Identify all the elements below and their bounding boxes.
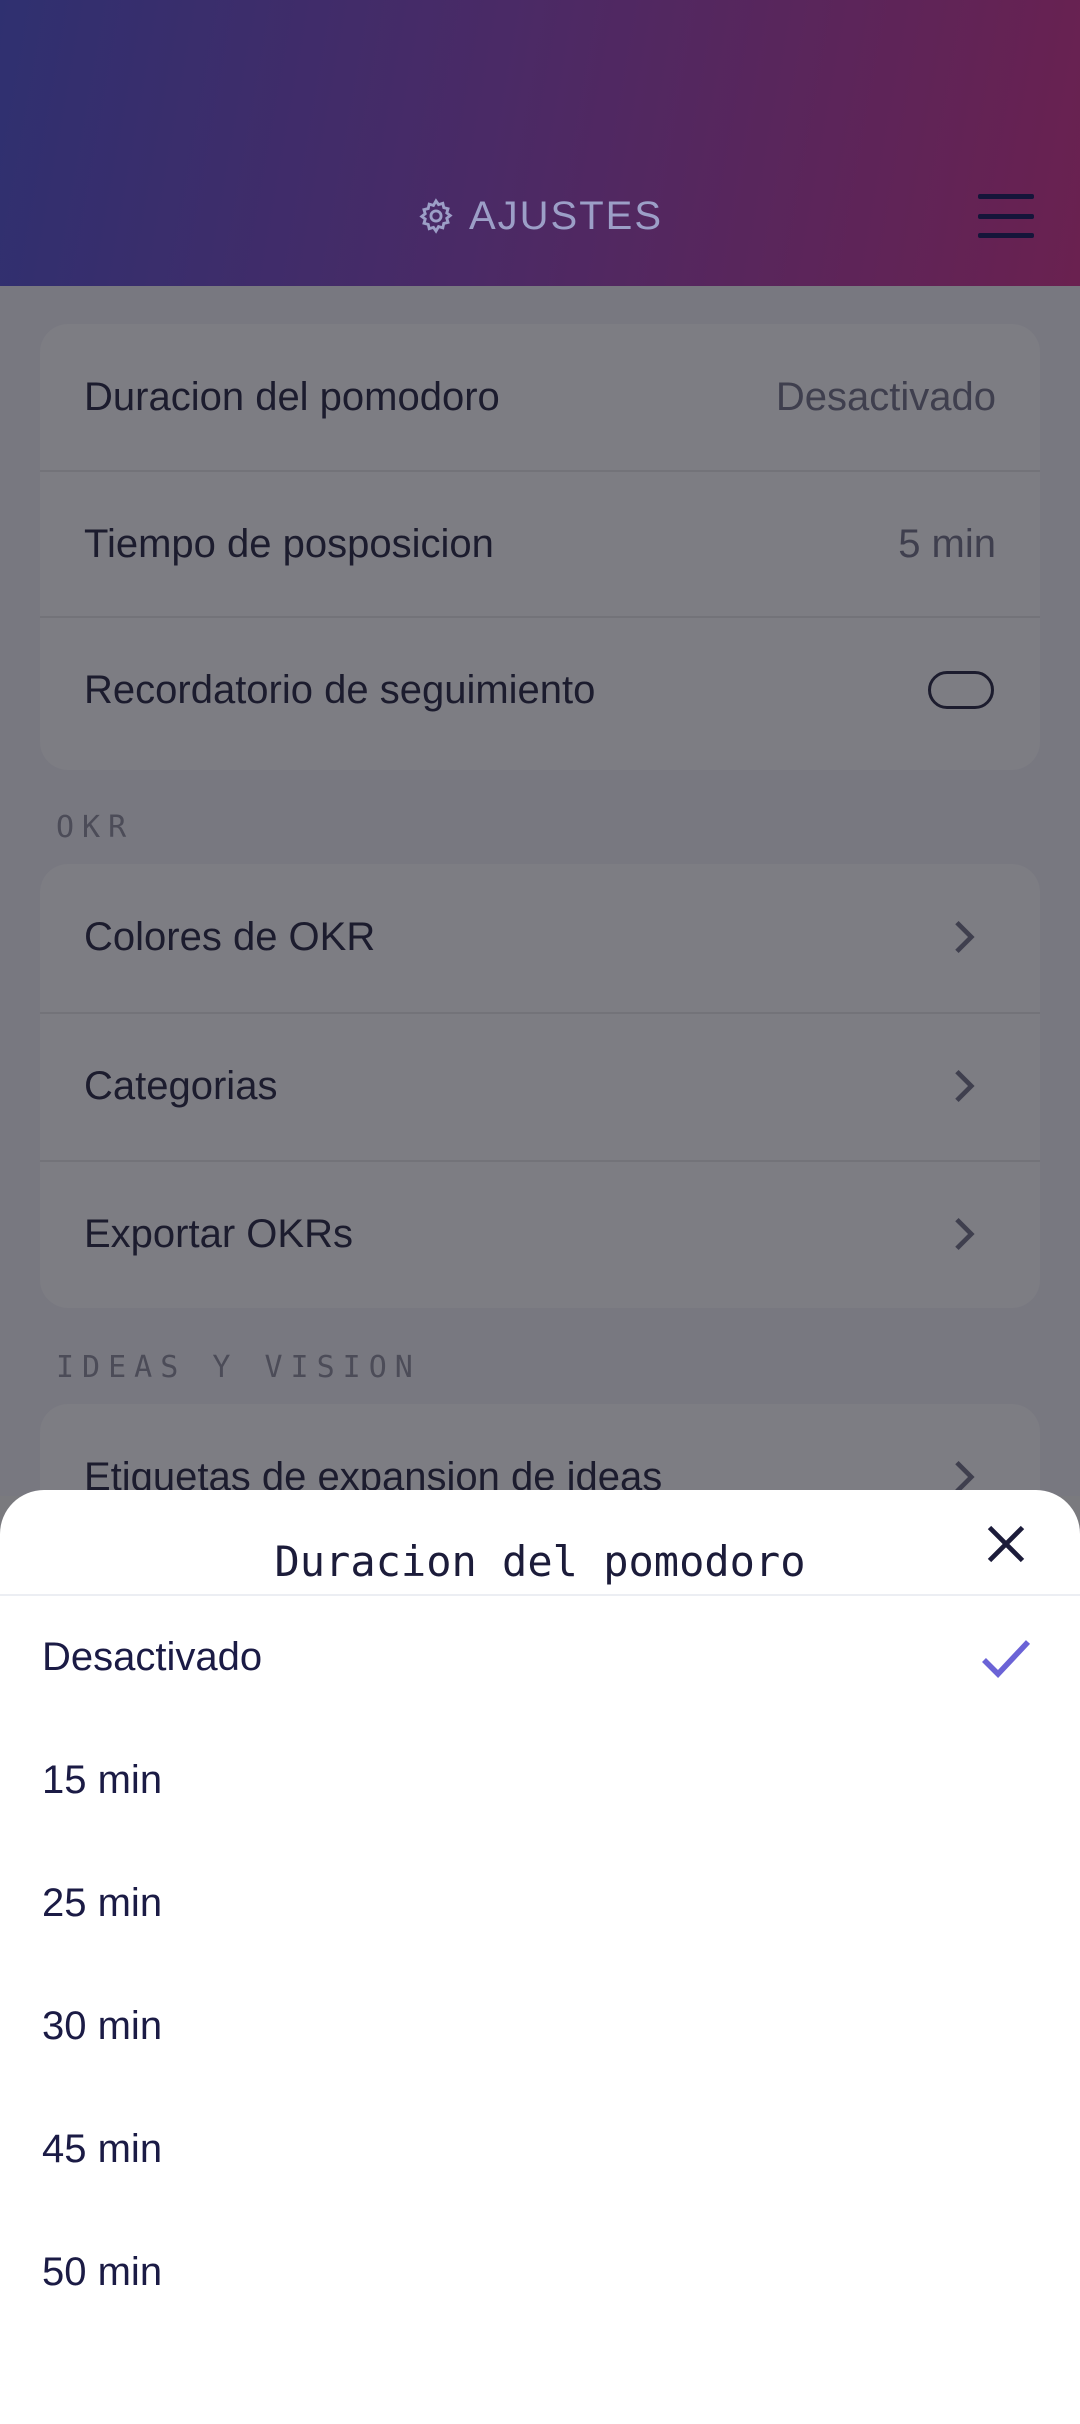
setting-label: Colores de OKR — [84, 914, 376, 959]
app-header: AJUSTES — [0, 0, 1080, 286]
option-50-min[interactable]: 50 min — [0, 2211, 1080, 2334]
chevron-right-icon — [955, 920, 975, 954]
followup-toggle[interactable] — [928, 671, 994, 709]
setting-row-okr-colors[interactable]: Colores de OKR — [40, 864, 1040, 1010]
setting-label: Recordatorio de seguimiento — [84, 667, 596, 712]
page-title: AJUSTES — [0, 188, 1080, 244]
timing-settings-card: Duracion del pomodoro Desactivado Tiempo… — [40, 324, 1040, 770]
setting-label: Categorias — [84, 1063, 278, 1108]
option-45-min[interactable]: 45 min — [0, 2088, 1080, 2211]
setting-row-followup[interactable]: Recordatorio de seguimiento — [40, 616, 1040, 762]
setting-row-export-okrs[interactable]: Exportar OKRs — [40, 1160, 1040, 1306]
option-25-min[interactable]: 25 min — [0, 1842, 1080, 1965]
setting-label: Exportar OKRs — [84, 1211, 353, 1256]
option-label: 50 min — [42, 2250, 163, 2294]
setting-row-pomodoro[interactable]: Duracion del pomodoro Desactivado — [40, 324, 1040, 470]
setting-row-snooze[interactable]: Tiempo de posposicion 5 min — [40, 470, 1040, 616]
chevron-right-icon — [955, 1069, 975, 1103]
menu-icon-bar — [978, 213, 1034, 219]
menu-icon-bar — [978, 233, 1034, 238]
settings-content: Duracion del pomodoro Desactivado Tiempo… — [0, 286, 1080, 1604]
setting-value: 5 min — [898, 521, 996, 566]
section-label-okr: OKR — [56, 810, 135, 845]
option-label: 45 min — [42, 2127, 163, 2171]
setting-label: Tiempo de posposicion — [84, 521, 494, 566]
option-30-min[interactable]: 30 min — [0, 1965, 1080, 2088]
option-label: Desactivado — [42, 1635, 263, 1679]
menu-icon-bar — [978, 194, 1034, 199]
page-title-text: AJUSTES — [468, 193, 664, 238]
section-label-ideas: IDEAS Y VISION — [56, 1350, 421, 1385]
gear-icon — [419, 198, 453, 234]
option-15-min[interactable]: 15 min — [0, 1719, 1080, 1842]
setting-row-categories[interactable]: Categorias — [40, 1012, 1040, 1158]
okr-settings-card: Colores de OKR Categorias Exportar OKRs — [40, 864, 1040, 1308]
setting-label: Duracion del pomodoro — [84, 374, 500, 419]
close-icon[interactable] — [984, 1522, 1028, 1566]
setting-value: Desactivado — [775, 374, 996, 419]
option-label: 30 min — [42, 2004, 163, 2048]
option-desactivado[interactable]: Desactivado — [0, 1596, 1080, 1719]
menu-button[interactable] — [978, 194, 1034, 238]
checkmark-icon — [982, 1639, 1031, 1678]
option-label: 15 min — [42, 1758, 163, 1802]
sheet-title: Duracion del pomodoro — [274, 1537, 806, 1586]
option-label: 25 min — [42, 1881, 163, 1925]
chevron-right-icon — [955, 1217, 975, 1251]
pomodoro-duration-sheet: Duracion del pomodoro Desactivado 15 min… — [0, 1490, 1080, 2424]
